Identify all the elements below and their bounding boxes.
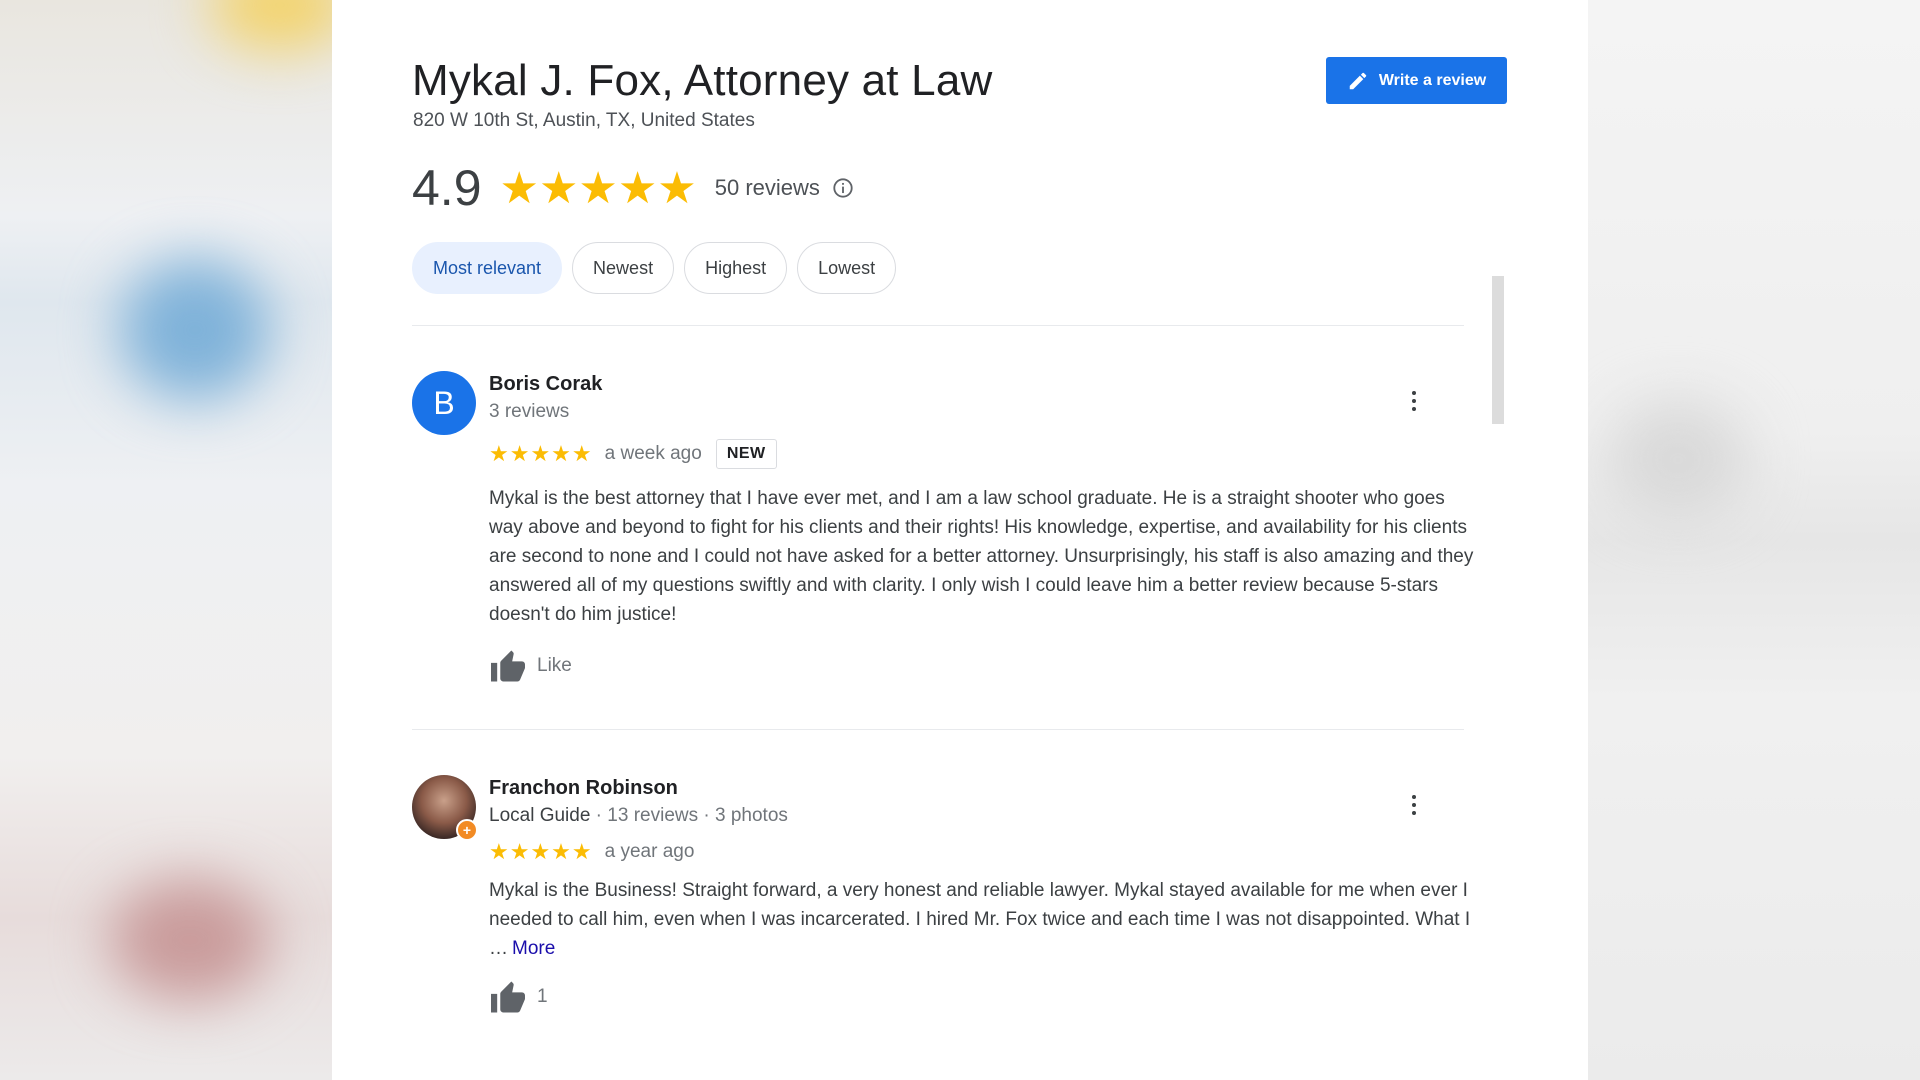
local-guide-label: Local Guide xyxy=(489,805,591,826)
business-address: 820 W 10th St, Austin, TX, United States xyxy=(413,110,755,131)
avatar[interactable]: + xyxy=(412,775,478,841)
reviews-panel: Mykal J. Fox, Attorney at Law 820 W 10th… xyxy=(332,0,1588,1080)
like-button[interactable]: Like xyxy=(489,649,572,683)
chip-most-relevant[interactable]: Most relevant xyxy=(412,242,563,294)
backdrop-blob xyxy=(110,880,270,1000)
backdrop-blob xyxy=(1608,400,1748,520)
reviewer-meta: Local Guide · 13 reviews · 3 photos xyxy=(489,805,788,827)
review-rating-line: ★★★★★ a year ago xyxy=(489,839,708,865)
chip-newest[interactable]: Newest xyxy=(572,242,675,294)
write-review-label: Write a review xyxy=(1378,71,1487,89)
more-link[interactable]: More xyxy=(512,938,555,959)
avatar[interactable]: B xyxy=(412,371,476,435)
review-text: Mykal is the best attorney that I have e… xyxy=(489,488,1474,625)
write-review-button[interactable]: Write a review xyxy=(1326,57,1507,104)
more-options-icon[interactable] xyxy=(1402,787,1426,823)
sort-chips: Most relevant Newest Highest Lowest xyxy=(412,242,897,294)
review-rating-line: ★★★★★ a week ago NEW xyxy=(489,439,777,469)
info-icon[interactable] xyxy=(832,177,854,199)
review-stars: ★★★★★ xyxy=(489,441,593,466)
reviewer-name[interactable]: Franchon Robinson xyxy=(489,777,678,800)
review-date: a year ago xyxy=(604,841,695,862)
rating-stars: ★★★★★ xyxy=(499,163,697,213)
review-text: Mykal is the Business! Straight forward,… xyxy=(489,876,1474,963)
rating-value: 4.9 xyxy=(412,160,482,216)
scrollbar[interactable] xyxy=(1492,276,1504,424)
review-count: 50 reviews xyxy=(714,175,820,200)
backdrop-blob xyxy=(120,260,270,400)
reviewer-name[interactable]: Boris Corak xyxy=(489,373,602,396)
chip-highest[interactable]: Highest xyxy=(684,242,788,294)
review-text-body: Mykal is the Business! Straight forward,… xyxy=(489,880,1471,959)
pencil-icon xyxy=(1349,72,1367,89)
thumbs-up-icon xyxy=(491,650,525,682)
review-item: + Franchon Robinson Local Guide · 13 rev… xyxy=(412,775,1472,1025)
more-options-icon[interactable] xyxy=(1402,383,1426,419)
review-date: a week ago xyxy=(604,443,702,464)
divider xyxy=(412,729,1464,730)
backdrop-blob xyxy=(210,0,332,50)
thumbs-up-icon xyxy=(491,981,525,1013)
review-stars: ★★★★★ xyxy=(489,839,593,864)
divider xyxy=(412,325,1464,326)
reviewer-meta: 3 reviews xyxy=(489,401,570,422)
business-name: Mykal J. Fox, Attorney at Law xyxy=(412,56,993,105)
reviewer-stats: · 13 reviews · 3 photos xyxy=(590,805,788,826)
new-badge: NEW xyxy=(715,439,777,469)
left-backdrop xyxy=(0,0,332,1080)
review-item: B Boris Corak 3 reviews ★★★★★ a week ago… xyxy=(412,371,1474,691)
chip-lowest[interactable]: Lowest xyxy=(797,242,897,294)
local-guide-badge-icon: + xyxy=(456,819,478,841)
like-label: Like xyxy=(537,655,572,676)
rating-summary: 4.9 ★★★★★ 50 reviews xyxy=(412,158,854,218)
like-count: 1 xyxy=(537,986,548,1007)
right-backdrop xyxy=(1588,0,1920,1080)
like-button[interactable]: 1 xyxy=(489,980,548,1014)
